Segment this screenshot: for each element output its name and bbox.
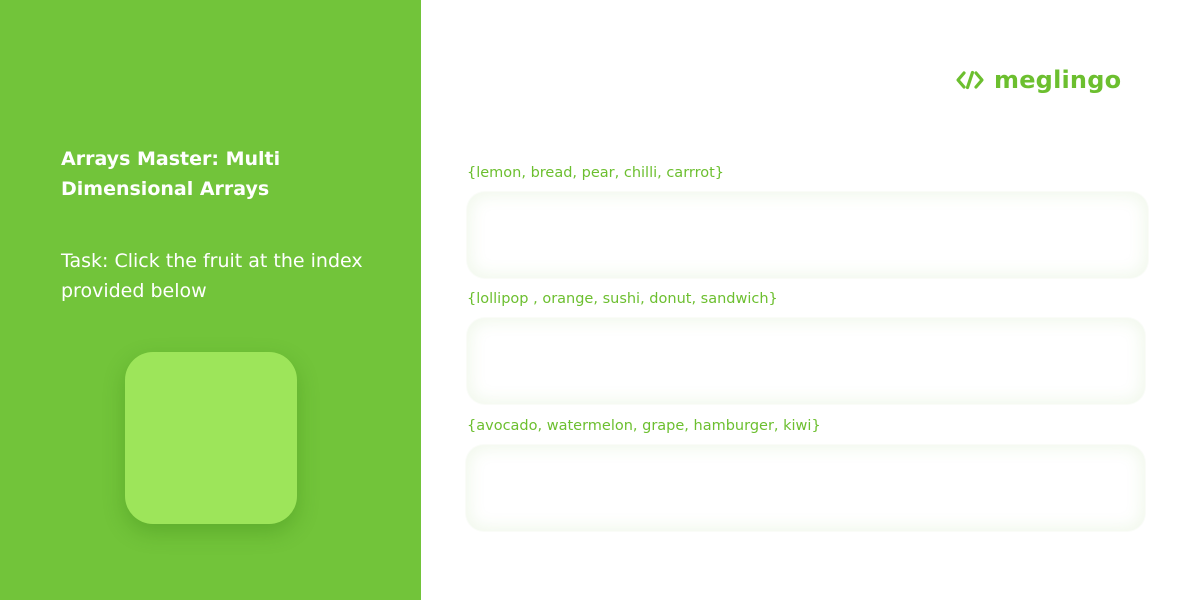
brand-logo: meglingo [954,64,1121,96]
code-brackets-icon [954,64,986,96]
task-instruction: Task: Click the fruit at the index provi… [61,250,363,302]
arrays-panel: meglingo {lemon, bread, pear, chilli, ca… [421,0,1200,600]
array-row-2-dropzone[interactable] [467,318,1145,404]
array-row-1-dropzone[interactable] [467,192,1148,278]
lesson-title: Arrays Master: Multi Dimensional Arrays [61,148,281,200]
array-row-2-label: {lollipop , orange, sushi, donut, sandwi… [467,291,778,307]
page: Arrays Master: Multi Dimensional Arrays … [0,0,1200,600]
brand-name: meglingo [994,66,1122,94]
array-row-3-label: {avocado, watermelon, grape, hamburger, … [467,418,821,434]
lesson-panel: Arrays Master: Multi Dimensional Arrays … [0,0,421,600]
array-row-1-label: {lemon, bread, pear, chilli, carrrot} [467,165,725,181]
array-row-3-dropzone[interactable] [466,445,1145,531]
index-display-tile[interactable] [125,352,297,524]
